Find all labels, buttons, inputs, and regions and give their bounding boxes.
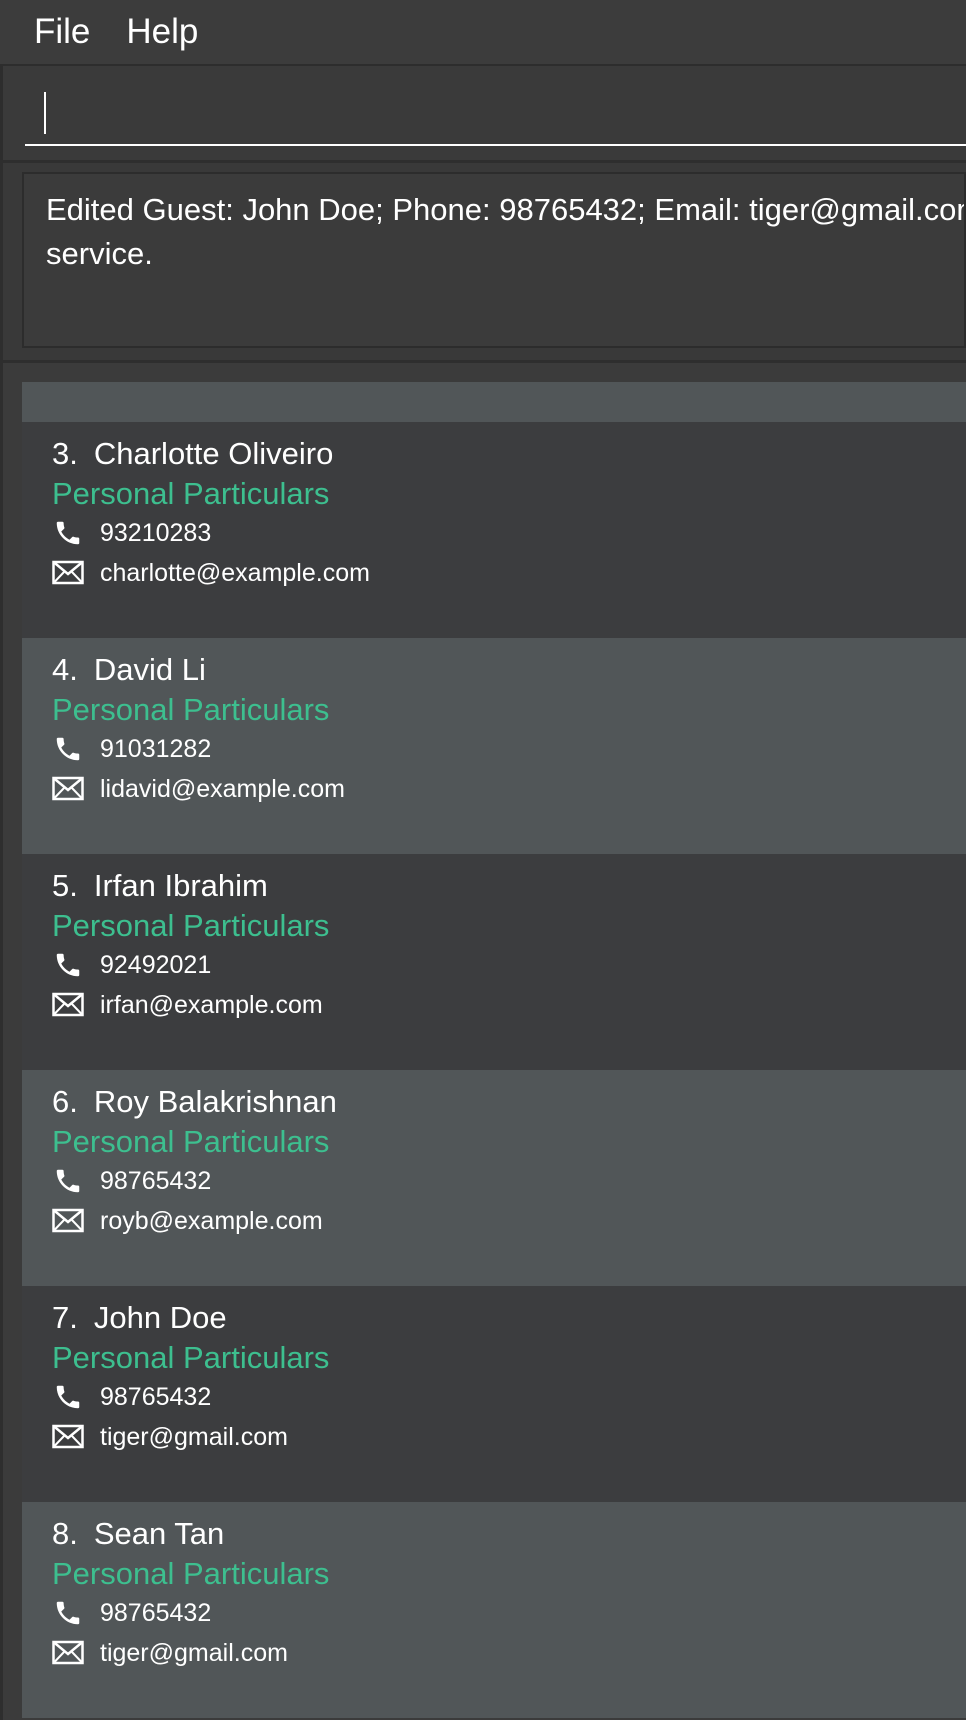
- guest-phone-row: 91031282: [52, 732, 211, 766]
- guest-name: David Li: [93, 652, 206, 687]
- guest-name-line: 6. Roy Balakrishnan: [52, 1084, 337, 1120]
- guest-name: Charlotte Oliveiro: [93, 436, 334, 471]
- guest-phone: 98765432: [100, 1166, 212, 1195]
- guest-phone: 98765432: [100, 1382, 212, 1411]
- guest-phone: 92492021: [100, 950, 212, 979]
- guest-tag: Personal Particulars: [52, 692, 330, 727]
- guest-card[interactable]: 5. Irfan Ibrahim Personal Particulars 924…: [22, 854, 966, 1070]
- guest-card[interactable]: 3. Charlotte Oliveiro Personal Particular…: [22, 422, 966, 638]
- app-window: File Help Edited Guest: John Doe; Phone:…: [0, 0, 966, 1720]
- envelope-icon: [52, 1422, 84, 1452]
- menu-file[interactable]: File: [16, 0, 108, 64]
- guest-card[interactable]: 4. David Li Personal Particulars 91031282…: [22, 638, 966, 854]
- guest-index: 5.: [52, 868, 78, 903]
- guest-index: 6.: [52, 1084, 78, 1119]
- phone-icon: [52, 950, 84, 980]
- guest-email-row: tiger@gmail.com: [52, 1420, 288, 1454]
- envelope-icon: [52, 774, 84, 804]
- command-panel: [0, 64, 966, 160]
- guest-tag: Personal Particulars: [52, 476, 330, 511]
- guest-email: tiger@gmail.com: [100, 1638, 288, 1667]
- guest-card[interactable]: 6. Roy Balakrishnan Personal Particulars …: [22, 1070, 966, 1286]
- guest-tag: Personal Particulars: [52, 1124, 330, 1159]
- guest-tag: Personal Particulars: [52, 1556, 330, 1591]
- guest-phone-row: 93210283: [52, 516, 211, 550]
- guest-phone-row: 98765432: [52, 1380, 211, 1414]
- guest-index: 8.: [52, 1516, 78, 1551]
- guest-phone-row: 98765432: [52, 1164, 211, 1198]
- guest-phone: 98765432: [100, 1598, 212, 1627]
- guest-email: royb@example.com: [100, 1206, 323, 1235]
- guest-phone-row: 98765432: [52, 1596, 211, 1630]
- list-card-partial: [22, 382, 966, 422]
- phone-icon: [52, 1598, 84, 1628]
- envelope-icon: [52, 1638, 84, 1668]
- phone-icon: [52, 734, 84, 764]
- guest-phone: 91031282: [100, 734, 212, 763]
- guest-phone-row: 92492021: [52, 948, 211, 982]
- guest-name-line: 7. John Doe: [52, 1300, 227, 1336]
- guest-card[interactable]: 8. Sean Tan Personal Particulars 98765432…: [22, 1502, 966, 1718]
- guest-index: 7.: [52, 1300, 78, 1335]
- guest-card[interactable]: 7. John Doe Personal Particulars 98765432…: [22, 1286, 966, 1502]
- guest-name-line: 3. Charlotte Oliveiro: [52, 436, 333, 472]
- guest-tag: Personal Particulars: [52, 908, 330, 943]
- guest-index: 4.: [52, 652, 78, 687]
- envelope-icon: [52, 1206, 84, 1236]
- phone-icon: [52, 1166, 84, 1196]
- result-message: Edited Guest: John Doe; Phone: 98765432;…: [46, 192, 964, 271]
- guest-email-row: charlotte@example.com: [52, 556, 370, 590]
- text-caret: [44, 92, 46, 134]
- guest-phone: 93210283: [100, 518, 212, 547]
- result-display: Edited Guest: John Doe; Phone: 98765432;…: [22, 172, 966, 348]
- command-input[interactable]: [25, 86, 966, 146]
- guest-email-row: royb@example.com: [52, 1204, 323, 1238]
- guest-email: lidavid@example.com: [100, 774, 345, 803]
- menu-bar: File Help: [0, 0, 966, 64]
- guest-tag: Personal Particulars: [52, 1340, 330, 1375]
- guest-name-line: 8. Sean Tan: [52, 1516, 224, 1552]
- guest-name: Irfan Ibrahim: [93, 868, 268, 903]
- guest-name-line: 5. Irfan Ibrahim: [52, 868, 268, 904]
- menu-help[interactable]: Help: [108, 0, 216, 64]
- guest-email: charlotte@example.com: [100, 558, 370, 587]
- guest-name: John Doe: [93, 1300, 227, 1335]
- envelope-icon: [52, 558, 84, 588]
- guest-email-row: tiger@gmail.com: [52, 1636, 288, 1670]
- guest-name: Sean Tan: [93, 1516, 225, 1551]
- guest-name-line: 4. David Li: [52, 652, 206, 688]
- envelope-icon: [52, 990, 84, 1020]
- guest-index: 3.: [52, 436, 78, 471]
- phone-icon: [52, 518, 84, 548]
- guest-name: Roy Balakrishnan: [93, 1084, 337, 1119]
- guest-email-row: irfan@example.com: [52, 988, 323, 1022]
- guest-email-row: lidavid@example.com: [52, 772, 345, 806]
- guest-email: tiger@gmail.com: [100, 1422, 288, 1451]
- phone-icon: [52, 1382, 84, 1412]
- guest-email: irfan@example.com: [100, 990, 323, 1019]
